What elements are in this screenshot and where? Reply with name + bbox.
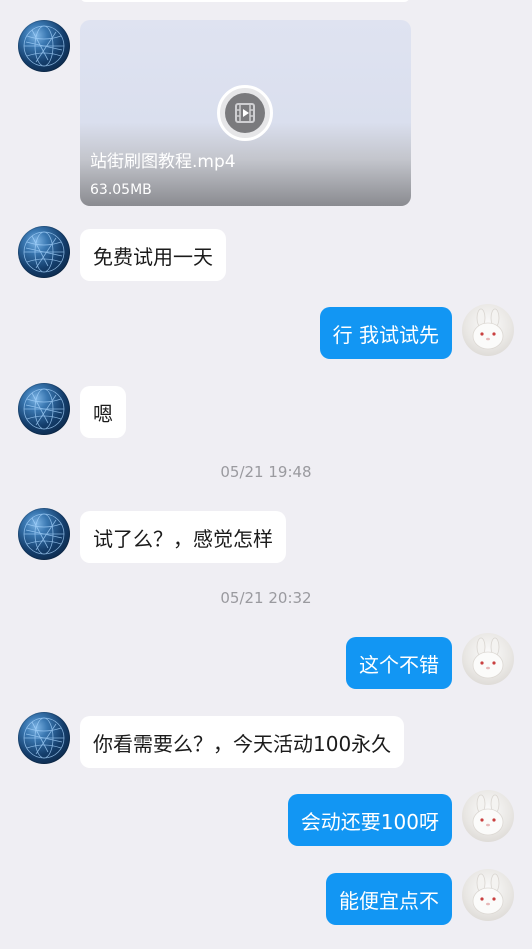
- play-button[interactable]: [217, 85, 273, 141]
- globe-avatar-icon: [23, 513, 65, 555]
- contact-avatar[interactable]: [18, 508, 70, 560]
- outgoing-message-bubble[interactable]: 能便宜点不: [326, 873, 452, 925]
- globe-avatar-icon: [23, 231, 65, 273]
- rabbit-avatar-icon: [472, 873, 504, 915]
- rabbit-avatar-icon: [472, 637, 504, 679]
- globe-avatar-icon: [23, 388, 65, 430]
- message-timestamp: 05/21 19:48: [220, 463, 312, 481]
- incoming-message-bubble[interactable]: 试了么？，感觉怎样: [80, 511, 286, 563]
- globe-avatar-icon: [23, 25, 65, 67]
- user-avatar[interactable]: [462, 304, 514, 356]
- contact-avatar[interactable]: [18, 20, 70, 72]
- message-timestamp: 05/21 20:32: [220, 589, 312, 607]
- video-play-icon: [235, 103, 255, 123]
- globe-avatar-icon: [23, 717, 65, 759]
- contact-avatar[interactable]: [18, 226, 70, 278]
- incoming-message-bubble[interactable]: 嗯: [80, 386, 126, 438]
- outgoing-message-bubble[interactable]: 会动还要100呀: [287, 794, 452, 846]
- incoming-message-bubble[interactable]: 你看需要么？，今天活动100永久: [80, 716, 405, 768]
- user-avatar[interactable]: [462, 869, 514, 921]
- contact-avatar[interactable]: [18, 383, 70, 435]
- user-avatar[interactable]: [462, 790, 514, 842]
- video-message-card[interactable]: 站街刷图教程.mp4 63.05MB: [80, 20, 411, 206]
- user-avatar[interactable]: [462, 633, 514, 685]
- contact-avatar[interactable]: [18, 712, 70, 764]
- video-file-name: 站街刷图教程.mp4: [90, 152, 236, 172]
- outgoing-message-bubble[interactable]: 行 我试试先: [319, 307, 452, 359]
- video-file-size: 63.05MB: [90, 182, 152, 198]
- outgoing-message-bubble[interactable]: 这个不错: [346, 637, 452, 689]
- rabbit-avatar-icon: [472, 794, 504, 836]
- incoming-message-bubble[interactable]: 免费试用一天: [80, 229, 226, 281]
- rabbit-avatar-icon: [472, 308, 504, 350]
- previous-message-fragment: [80, 0, 410, 2]
